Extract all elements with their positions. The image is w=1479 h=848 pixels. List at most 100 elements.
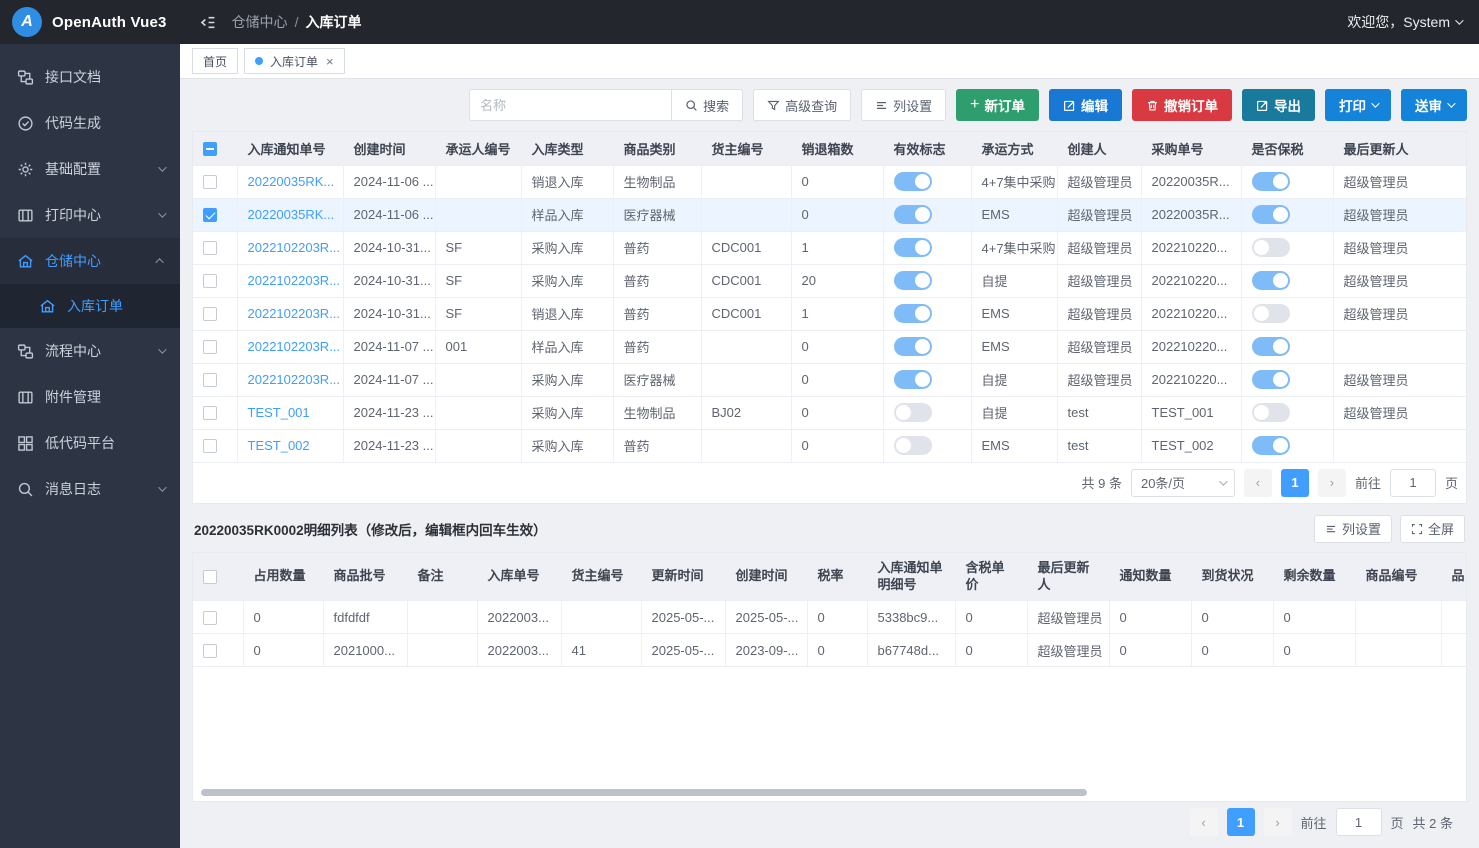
notice_no-link[interactable]: 2022102203R... [248,306,341,321]
table-row[interactable]: 20220035RK...2024-11-06 ...样品入库医疗器械0EMS超… [193,198,1466,231]
notice_no-link[interactable]: 2022102203R... [248,372,341,387]
user-menu[interactable]: 欢迎您，System [1347,12,1461,32]
sidebar-item-仓储中心[interactable]: 仓储中心 [0,238,180,284]
notice_no-link[interactable]: TEST_001 [248,405,310,420]
bonded-toggle[interactable] [1252,370,1290,389]
notice_no-link[interactable]: 20220035RK... [248,174,335,189]
table-row[interactable]: 20220035RK...2024-11-06 ...销退入库生物制品04+7集… [193,165,1466,198]
table-row[interactable]: 02021000...2022003...412025-05-...2023-0… [193,634,1466,667]
next-page-button[interactable]: › [1318,469,1346,497]
cancel-order-button[interactable]: 撤销订单 [1132,89,1232,121]
table-row[interactable]: 2022102203R...2024-10-31...SF采购入库普药CDC00… [193,264,1466,297]
prev-page-button[interactable]: ‹ [1244,469,1272,497]
tab-inbound-order[interactable]: 入库订单 × [244,48,345,74]
row-checkbox[interactable] [203,274,217,288]
bonded-toggle[interactable] [1252,205,1290,224]
bonded-toggle[interactable] [1252,271,1290,290]
page-1-button[interactable]: 1 [1281,469,1309,497]
breadcrumb-parent[interactable]: 仓储中心 [232,12,288,32]
column-header[interactable]: 有效标志 [883,132,971,165]
row-checkbox[interactable] [203,307,217,321]
column-header[interactable]: 创建人 [1057,132,1141,165]
column-header[interactable]: 承运人编号 [435,132,521,165]
valid-toggle[interactable] [894,370,932,389]
edit-button[interactable]: 编辑 [1049,89,1122,121]
detail-goto-page-input[interactable] [1336,808,1382,836]
row-checkbox[interactable] [203,406,217,420]
notice_no-link[interactable]: TEST_002 [248,438,310,453]
bonded-toggle[interactable] [1252,238,1290,257]
sidebar-item-附件管理[interactable]: 附件管理 [0,374,180,420]
column-settings-button[interactable]: 列设置 [861,89,946,121]
approve-button[interactable]: 送审 [1401,89,1467,121]
table-row[interactable]: 2022102203R...2024-11-07 ...采购入库医疗器械0自提超… [193,363,1466,396]
column-header[interactable]: 入库通知单明细号 [867,553,955,601]
bonded-toggle[interactable] [1252,304,1290,323]
column-header[interactable]: 最后更新人 [1333,132,1466,165]
row-checkbox[interactable] [203,340,217,354]
sidebar-item-流程中心[interactable]: 流程中心 [0,328,180,374]
sidebar-item-基础配置[interactable]: 基础配置 [0,146,180,192]
bonded-toggle[interactable] [1252,403,1290,422]
table-row[interactable]: TEST_0012024-11-23 ...采购入库生物制品BJ020自提tes… [193,396,1466,429]
valid-toggle[interactable] [894,205,932,224]
column-header[interactable]: 销退箱数 [791,132,883,165]
sidebar-item-低代码平台[interactable]: 低代码平台 [0,420,180,466]
column-header[interactable]: 入库通知单号 [237,132,343,165]
notice_no-link[interactable]: 20220035RK... [248,207,335,222]
column-header[interactable]: 入库类型 [521,132,613,165]
column-header[interactable]: 最后更新人 [1027,553,1109,601]
row-checkbox[interactable] [203,611,217,625]
search-input[interactable] [469,89,671,121]
sidebar-item-代码生成[interactable]: 代码生成 [0,100,180,146]
fullscreen-button[interactable]: 全屏 [1400,515,1465,543]
column-header[interactable]: 创建时间 [725,553,807,601]
sidebar-item-消息日志[interactable]: 消息日志 [0,466,180,512]
sidebar-item-打印中心[interactable]: 打印中心 [0,192,180,238]
column-header[interactable]: 到货状况 [1191,553,1273,601]
select-all-checkbox[interactable] [203,570,217,584]
row-checkbox[interactable] [203,175,217,189]
collapse-sidebar-icon[interactable] [199,14,216,31]
valid-toggle[interactable] [894,436,932,455]
column-header[interactable]: 是否保税 [1241,132,1333,165]
tab-close-icon[interactable]: × [326,54,334,69]
table-row[interactable]: TEST_0022024-11-23 ...采购入库普药0EMStestTEST… [193,429,1466,462]
advanced-query-button[interactable]: 高级查询 [753,89,851,121]
valid-toggle[interactable] [894,337,932,356]
table-row[interactable]: 0fdfdfdf2022003...2025-05-...2025-05-...… [193,601,1466,634]
row-checkbox[interactable] [203,241,217,255]
table-row[interactable]: 2022102203R...2024-10-31...SF采购入库普药CDC00… [193,231,1466,264]
print-button[interactable]: 打印 [1325,89,1391,121]
column-header[interactable]: 货主编号 [561,553,641,601]
bonded-toggle[interactable] [1252,436,1290,455]
column-header[interactable]: 创建时间 [343,132,435,165]
column-header[interactable]: 税率 [807,553,867,601]
tab-home[interactable]: 首页 [192,48,238,74]
column-header[interactable]: 商品编号 [1355,553,1441,601]
column-header[interactable]: 品 [1441,553,1466,601]
column-header[interactable]: 更新时间 [641,553,725,601]
notice_no-link[interactable]: 2022102203R... [248,273,341,288]
column-header[interactable]: 货主编号 [701,132,791,165]
valid-toggle[interactable] [894,403,932,422]
table-row[interactable]: 2022102203R...2024-11-07 ...001样品入库普药0EM… [193,330,1466,363]
scrollbar-thumb[interactable] [201,789,1087,796]
column-header[interactable]: 承运方式 [971,132,1057,165]
column-header[interactable]: 通知数量 [1109,553,1191,601]
detail-column-settings-button[interactable]: 列设置 [1314,515,1392,543]
row-checkbox[interactable] [203,373,217,387]
row-checkbox[interactable] [203,439,217,453]
row-checkbox[interactable] [203,208,217,222]
column-header[interactable]: 采购单号 [1141,132,1241,165]
column-header[interactable]: 占用数量 [243,553,323,601]
valid-toggle[interactable] [894,271,932,290]
valid-toggle[interactable] [894,172,932,191]
column-header[interactable]: 商品类别 [613,132,701,165]
column-header[interactable]: 备注 [407,553,477,601]
column-header[interactable]: 剩余数量 [1273,553,1355,601]
sidebar-item-接口文档[interactable]: 接口文档 [0,54,180,100]
goto-page-input[interactable] [1390,469,1436,497]
notice_no-link[interactable]: 2022102203R... [248,339,341,354]
bonded-toggle[interactable] [1252,172,1290,191]
